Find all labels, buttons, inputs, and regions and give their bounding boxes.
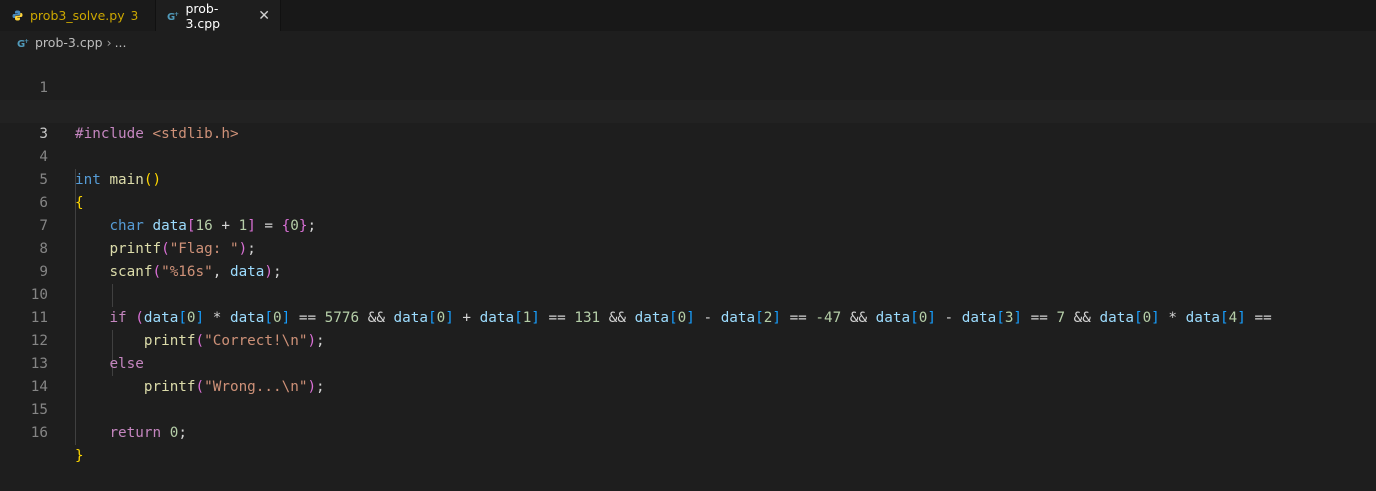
- code-line[interactable]: 11 printf("Correct!\n");: [0, 284, 1376, 349]
- code-line[interactable]: 2 #include <stdlib.h>: [0, 77, 1376, 142]
- chevron-right-icon: ›: [106, 35, 112, 50]
- line-number: 16: [30, 425, 48, 441]
- code-text: return 0;: [109, 425, 187, 441]
- code-line-current[interactable]: 3: [0, 100, 1376, 142]
- tab-prob3-solve-py[interactable]: prob3_solve.py 3: [0, 0, 156, 31]
- code-line[interactable]: 12 else: [0, 307, 1376, 372]
- svg-text:+: +: [24, 38, 29, 45]
- code-line[interactable]: 5 {: [0, 146, 1376, 211]
- code-editor[interactable]: 1 #include <stdio.h> 2 #include <stdlib.…: [0, 54, 1376, 464]
- code-line[interactable]: 7 printf("Flag: ");: [0, 192, 1376, 257]
- tab-prob-3-cpp[interactable]: G + prob-3.cpp ✕: [156, 0, 281, 31]
- code-line[interactable]: 4 int main(): [0, 123, 1376, 188]
- breadcrumb-file[interactable]: prob-3.cpp: [35, 35, 103, 50]
- code-line[interactable]: 6 char data[16 + 1] = {0};: [0, 169, 1376, 234]
- tab-bar: prob3_solve.py 3 G + prob-3.cpp ✕: [0, 0, 1376, 31]
- breadcrumb: G + prob-3.cpp › ...: [0, 31, 1376, 54]
- code-line[interactable]: 14: [0, 353, 1376, 395]
- breadcrumb-symbols[interactable]: ...: [115, 35, 127, 50]
- cpp-file-icon: G +: [17, 37, 31, 49]
- code-line[interactable]: 13 printf("Wrong...\n");: [0, 330, 1376, 395]
- tab-label: prob3_solve.py: [30, 8, 125, 23]
- cpp-file-icon: G +: [166, 10, 179, 22]
- code-line[interactable]: 9: [0, 238, 1376, 280]
- close-icon[interactable]: ✕: [258, 9, 270, 23]
- svg-text:+: +: [174, 11, 179, 18]
- problem-count-badge: 3: [130, 8, 139, 23]
- code-line[interactable]: 1 #include <stdio.h>: [0, 54, 1376, 119]
- code-line[interactable]: 10 if (data[0] * data[0] == 5776 && data…: [0, 261, 1376, 326]
- code-line[interactable]: 15 return 0;: [0, 376, 1376, 441]
- code-line[interactable]: 16 }: [0, 399, 1376, 464]
- code-line[interactable]: 8 scanf("%16s", data);: [0, 215, 1376, 280]
- python-file-icon: [10, 10, 24, 21]
- tab-label: prob-3.cpp: [185, 0, 221, 31]
- code-text: }: [75, 448, 84, 464]
